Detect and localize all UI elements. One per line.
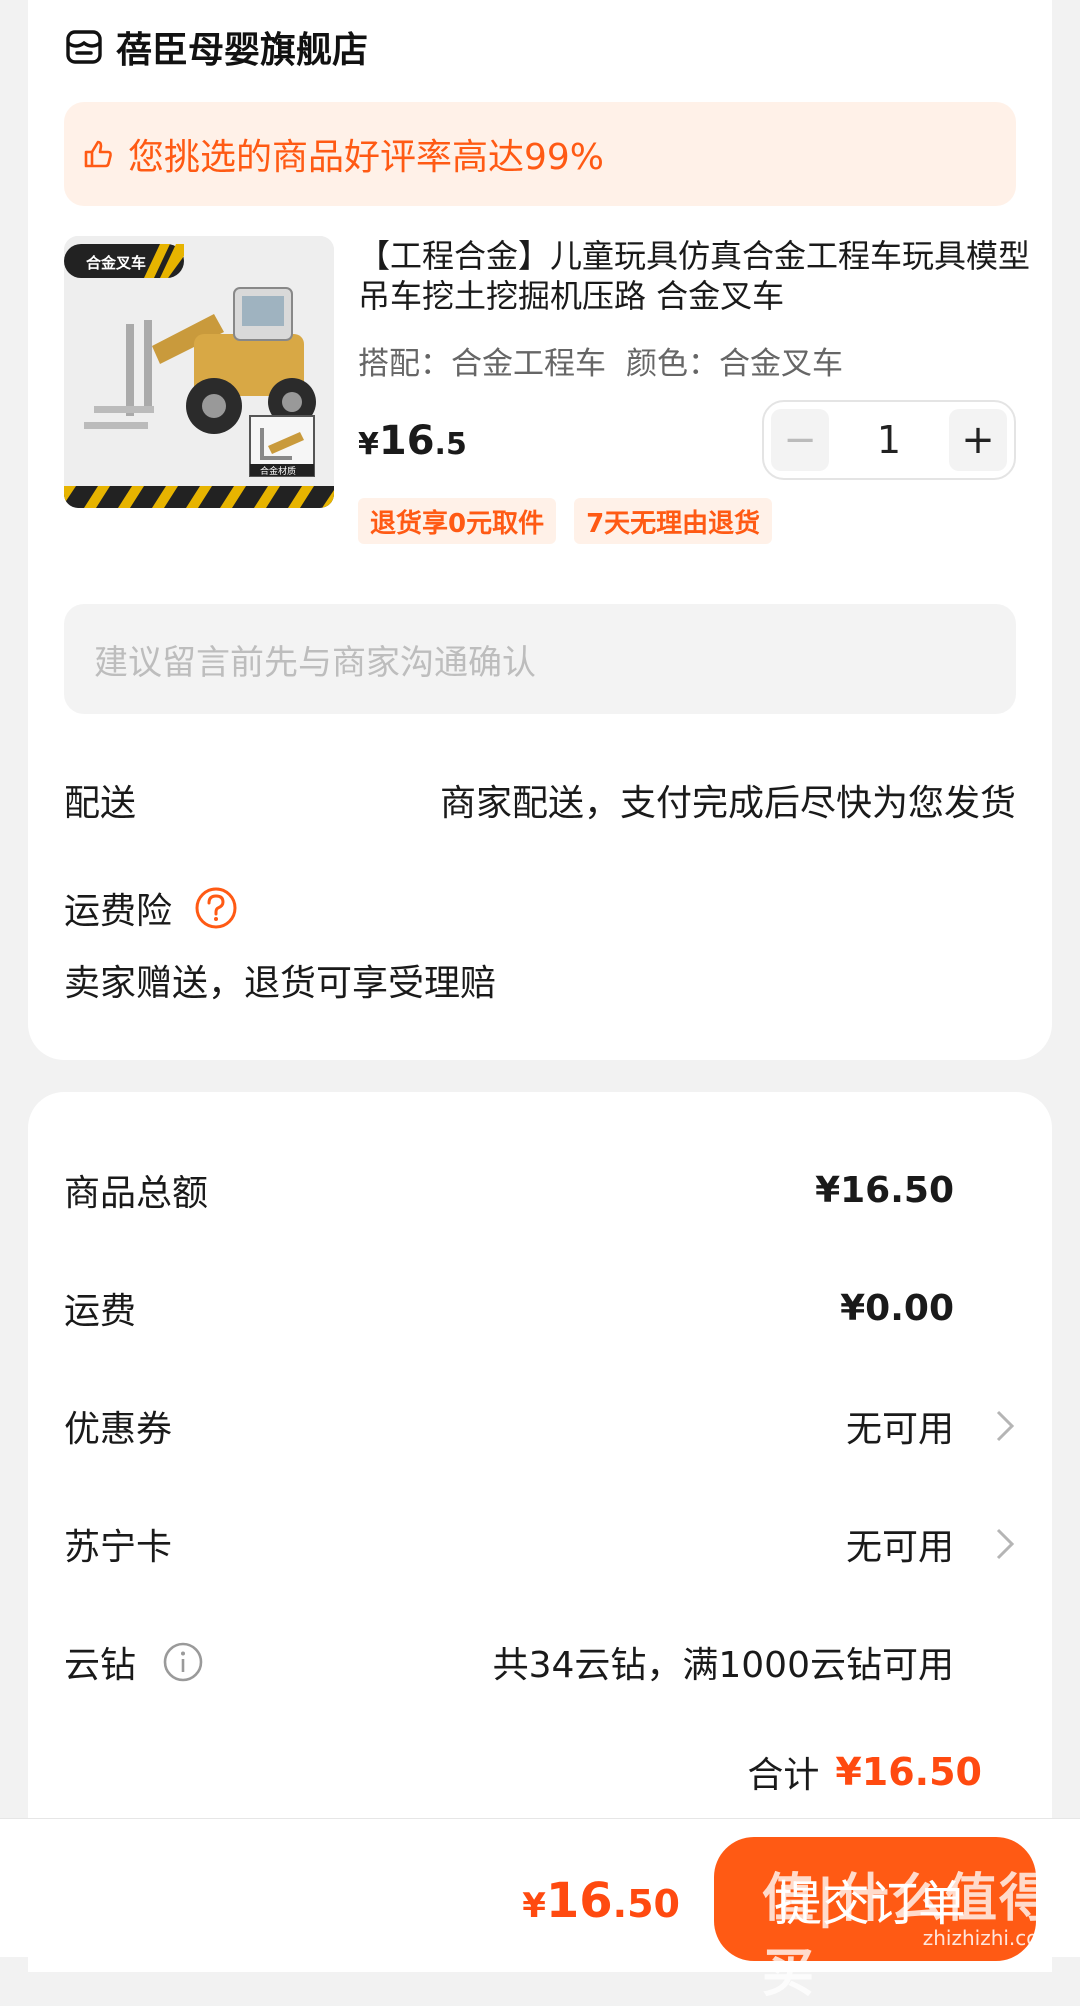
store-header[interactable]: 蓓臣母婴旗舰店 — [64, 22, 368, 72]
store-icon — [66, 30, 102, 64]
forklift-toy-image: 合金叉车 合金材质 — [64, 236, 334, 508]
chevron-right-icon — [996, 1528, 1015, 1560]
product-image[interactable]: 合金叉车 合金材质 — [64, 236, 334, 508]
order-total: 合计 ¥16.50 — [747, 1746, 982, 1798]
checkout-bar: ¥16.50 提交订单 — [0, 1818, 1080, 1961]
total-label: 合计 — [747, 1755, 820, 1796]
banner-text: 您挑选的商品好评率高达99% — [128, 137, 605, 178]
price-decimal: .5 — [434, 427, 467, 462]
chevron-right-icon — [996, 1410, 1015, 1442]
spec-match: 搭配：合金工程车 — [358, 346, 606, 382]
suning-card-label: 苏宁卡 — [64, 1527, 173, 1568]
increase-quantity-button[interactable]: + — [949, 409, 1007, 471]
insurance-label: 运费险 — [64, 891, 173, 932]
total-value: ¥16.50 — [835, 1750, 982, 1794]
checkout-price: ¥16.50 — [522, 1873, 680, 1929]
info-icon[interactable] — [162, 1641, 204, 1683]
yunzuan-label: 云钻 — [64, 1645, 137, 1686]
coupon-label: 优惠券 — [64, 1409, 173, 1450]
insurance-desc: 卖家赠送，退货可享受理赔 — [64, 963, 497, 1004]
suning-card-value: 无可用 — [845, 1527, 954, 1568]
image-tag-top: 合金叉车 — [85, 254, 146, 272]
badge-free-pickup: 退货享0元取件 — [358, 498, 557, 544]
message-input[interactable]: 建议留言前先与商家沟通确认 — [64, 604, 1016, 714]
rating-banner: 您挑选的商品好评率高达99% — [64, 102, 1016, 206]
yunzuan-row: 云钻 共34云钻，满1000云钻可用 — [64, 1632, 1016, 1692]
goods-total-label: 商品总额 — [64, 1173, 209, 1214]
coupon-value: 无可用 — [845, 1409, 954, 1450]
plus-icon: + — [961, 417, 995, 463]
quantity-value[interactable]: 1 — [836, 418, 942, 462]
service-badges: 退货享0元取件 7天无理由退货 — [358, 498, 790, 544]
thumb-up-icon — [84, 140, 112, 168]
shipping-row: 运费 ¥0.00 — [64, 1278, 1016, 1338]
checkout-price-integer: 16 — [545, 1873, 613, 1929]
shipping-insurance: 运费险 — [64, 882, 238, 934]
suning-card-row[interactable]: 苏宁卡 无可用 — [64, 1514, 1016, 1574]
coupon-row[interactable]: 优惠券 无可用 — [64, 1396, 1016, 1456]
product-price: ¥16.5 — [358, 418, 467, 464]
shipping-value: ¥0.00 — [840, 1287, 954, 1329]
goods-total-row: 商品总额 ¥16.50 — [64, 1160, 1016, 1220]
shipping-label: 运费 — [64, 1291, 137, 1332]
submit-order-button[interactable]: 提交订单 — [714, 1837, 1036, 1961]
order-item-card: 蓓臣母婴旗舰店 您挑选的商品好评率高达99% 合金叉车 合金材质 【工程合金】儿… — [28, 0, 1052, 1060]
goods-total-value: ¥16.50 — [815, 1169, 954, 1211]
checkout-price-decimal: .50 — [612, 1882, 680, 1926]
spec-color: 颜色：合金叉车 — [626, 346, 843, 382]
price-integer: 16 — [378, 418, 435, 464]
product-title[interactable]: 【工程合金】儿童玩具仿真合金工程车玩具模型吊车挖土挖掘机压路 合金叉车 — [358, 236, 1048, 316]
question-icon[interactable] — [194, 886, 238, 930]
image-tag-bottom: 合金材质 — [260, 465, 296, 477]
yunzuan-value: 共34云钻，满1000云钻可用 — [492, 1645, 954, 1686]
delivery-value: 商家配送，支付完成后尽快为您发货 — [439, 783, 1016, 824]
price-symbol: ¥ — [358, 427, 379, 462]
delivery-label: 配送 — [64, 783, 137, 824]
store-name: 蓓臣母婴旗舰店 — [116, 30, 369, 71]
minus-icon: − — [783, 417, 817, 463]
product-spec[interactable]: 搭配：合金工程车 颜色：合金叉车 — [358, 338, 1048, 383]
checkout-price-symbol: ¥ — [522, 1886, 546, 1926]
quantity-stepper: − 1 + — [762, 400, 1016, 480]
decrease-quantity-button[interactable]: − — [771, 409, 829, 471]
badge-7day-return: 7天无理由退货 — [574, 498, 773, 544]
